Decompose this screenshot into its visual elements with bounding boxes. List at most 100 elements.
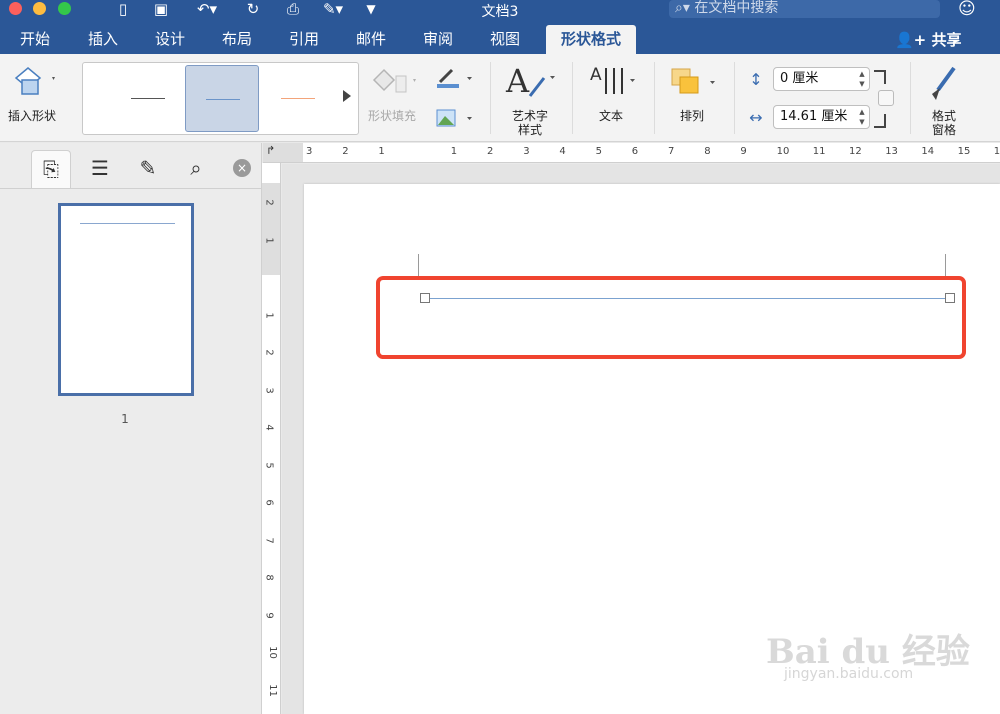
ruler-number: 2 [263,199,275,206]
shape-width-value: 14.61 厘米 [780,109,848,124]
ruler-number: 13 [885,146,898,157]
zoom-window-button[interactable] [58,2,71,15]
minimize-window-button[interactable] [33,2,46,15]
title-bar: ▯ ▣ ↶▾ ↻ ⎙ ✎▾ ▼ 文档3 ⌕▾ 在文档中搜索 ☺▾ [0,0,1000,36]
style-gallery-item-dark[interactable] [111,65,185,132]
line-style-blue [206,99,240,100]
print-icon[interactable]: ⎙ [282,0,304,20]
shape-height-value: 0 厘米 [780,71,819,86]
paintbrush-icon [932,66,956,100]
tab-shape-format[interactable]: 形状格式 [546,25,637,54]
tab-layout[interactable]: 布局 [222,28,252,50]
text-button[interactable]: A [586,64,636,100]
ribbon-separator [490,62,491,134]
undo-icon[interactable]: ↶▾ [190,0,224,20]
shape-width-stepper[interactable]: 14.61 厘米 ▲ ▼ [773,105,870,129]
ruler-margin-top [262,183,280,275]
format-pane-label-1: 格式 [931,109,956,123]
ruler-number: 2 [263,349,275,356]
comments-tab-icon[interactable]: ✎ [128,150,168,188]
sidebar-toggle-icon[interactable]: ▯ [112,0,134,20]
ruler-number: 3 [523,146,530,157]
search-box[interactable]: ⌕▾ 在文档中搜索 [669,0,940,18]
shape-effects-button[interactable] [434,106,474,130]
page-thumbnail[interactable] [58,203,194,396]
share-button[interactable]: 👤+ 共享 [895,29,962,50]
margin-corner-left [418,254,419,276]
shape-fill-button[interactable] [366,64,416,100]
width-icon: ↔ [749,108,763,127]
ruler-number: 15 [957,146,971,157]
ribbon-separator [734,62,735,134]
ruler-number: 8 [704,146,711,157]
navigation-pane: ⎘ ☰ ✎ ⌕ × 1 [0,143,262,714]
text-direction-icon: A [590,65,635,94]
horizontal-ruler[interactable]: ↱ 32112345678910111213141516 [263,143,1000,163]
stepper-arrows-icon[interactable]: ▲ ▼ [857,107,867,127]
edit-icon[interactable]: ✎▾ [318,0,348,20]
format-pane-button[interactable] [924,64,964,104]
search-pane-icon[interactable]: ⌕ [176,150,216,188]
shape-height-stepper[interactable]: 0 厘米 ▲ ▼ [773,67,870,91]
style-gallery-item-blue[interactable] [185,65,259,132]
document-canvas: Bai du 经验 jingyan.baidu.com [282,164,1000,714]
tab-references[interactable]: 引用 [289,28,319,50]
pen-outline-icon [437,68,472,88]
gallery-more-arrow-icon[interactable] [343,90,351,102]
document-page[interactable]: Bai du 经验 jingyan.baidu.com [304,184,1000,714]
picture-effects-icon [436,109,472,127]
lock-aspect-ratio-checkbox[interactable] [878,90,894,106]
ruler-number: 9 [740,146,747,157]
ruler-number: 11 [266,683,278,697]
share-label: 共享 [931,31,962,49]
close-pane-icon[interactable]: × [233,159,251,177]
tab-review[interactable]: 审阅 [423,28,453,50]
wordart-a-icon: A [505,62,555,100]
tab-mailings[interactable]: 邮件 [356,28,386,50]
document-title: 文档3 [481,4,519,20]
tab-view[interactable]: 视图 [490,28,520,50]
ruler-margin-left: ↱ [263,143,303,162]
ruler-number: 1 [378,146,385,157]
feedback-smiley-icon[interactable]: ☺▾ [958,0,982,36]
tab-home[interactable]: 开始 [20,28,50,50]
customize-toolbar-icon[interactable]: ▼ [362,0,380,20]
outline-tab-icon[interactable]: ☰ [80,150,120,188]
thumbnail-line [80,223,175,224]
ribbon-tab-bar: 开始 插入 设计 布局 引用 邮件 审阅 视图 形状格式 👤+ 共享 [0,22,1000,54]
ruler-number: 5 [263,461,275,469]
search-icon: ⌕▾ [675,0,690,16]
thumbnails-tab-icon[interactable]: ⎘ [31,150,71,188]
ruler-number: 1 [263,236,275,244]
line-style-dark [131,98,165,99]
redo-icon[interactable]: ↻ [242,0,264,20]
wordart-style-button[interactable]: A [504,62,560,102]
ruler-number: 5 [595,146,602,157]
ruler-number: 2 [342,146,349,157]
close-window-button[interactable] [9,2,22,15]
stepper-arrows-icon[interactable]: ▲ ▼ [857,69,867,89]
tab-insert[interactable]: 插入 [88,28,118,50]
tab-design[interactable]: 设计 [155,28,185,50]
vertical-ruler[interactable]: 21123456789101112 [262,163,281,714]
arrange-button[interactable] [668,66,720,100]
wordart-label-2: 样式 [517,123,542,137]
shape-style-gallery [82,62,359,135]
style-gallery-item-orange[interactable] [261,65,335,132]
arrange-icon [671,68,715,94]
ruler-number: 3 [306,146,313,157]
shape-outline-button[interactable] [434,66,474,90]
search-placeholder: 在文档中搜索 [694,0,779,16]
tab-stop-icon[interactable]: ↱ [266,144,275,157]
insert-shape-button[interactable] [8,64,58,100]
highlight-annotation-box [376,276,966,359]
ribbon-separator [910,62,911,134]
ribbon-separator [654,62,655,134]
ruler-number: 10 [776,146,790,157]
wordart-label-1: 艺术字 [511,109,548,123]
save-icon[interactable]: ▣ [150,0,172,20]
format-pane-label-2: 窗格 [931,123,956,137]
ruler-number: 14 [921,146,935,157]
add-person-icon: 👤+ [895,31,927,49]
ruler-number: 8 [263,574,275,581]
